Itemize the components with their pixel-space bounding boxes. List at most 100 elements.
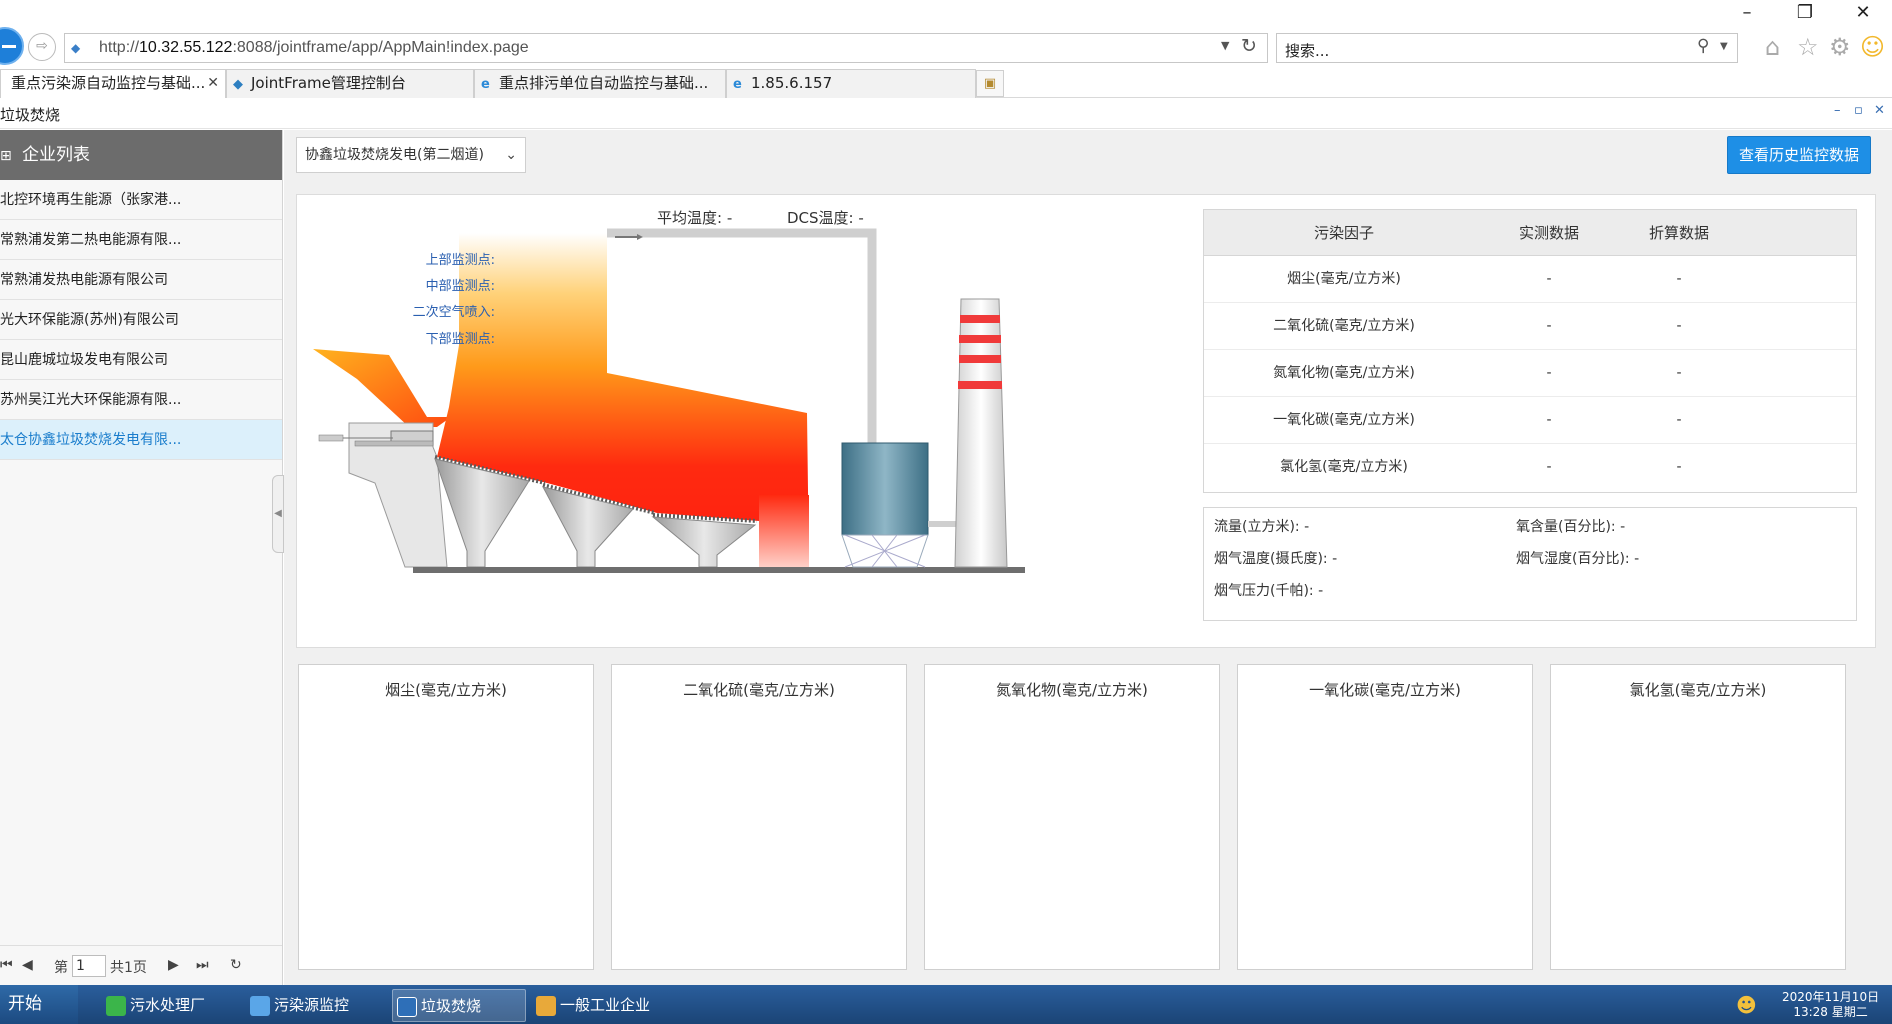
sidebar-item-enterprise[interactable]: 太仓协鑫垃圾焚烧发电有限...	[0, 420, 282, 460]
tab-label: 重点排污单位自动监控与基础...	[499, 74, 709, 92]
page-number-input[interactable]: 1	[72, 955, 106, 977]
factor-name: 氮氧化物(毫克/立方米)	[1273, 365, 1415, 381]
page-title: 垃圾焚烧	[0, 106, 61, 124]
panel-restore-icon[interactable]: ▫	[1854, 103, 1863, 118]
task-sewage-plant[interactable]: 污水处理厂	[106, 989, 236, 1022]
enterprise-list: 北控环境再生能源（张家港... 常熟浦发第二热电能源有限... 常熟浦发热电能源有限…	[0, 180, 282, 460]
factor-name: 烟尘(毫克/立方米)	[1287, 271, 1401, 287]
search-input[interactable]: 搜索...	[1285, 40, 1329, 61]
tab-label: 1.85.6.157	[751, 74, 833, 92]
chevron-down-icon: ⌄	[505, 147, 517, 163]
refresh-icon[interactable]: ↻	[1241, 35, 1257, 57]
table-row: 二氧化硫(毫克/立方米) - -	[1204, 303, 1856, 350]
browser-toolbar: ⇨ ◆ http://10.32.55.122:8088/jointframe/…	[0, 0, 1892, 67]
browser-tab-strip: 重点污染源自动监控与基础... ✕ ◆ JointFrame管理控制台 e 重点排污…	[0, 69, 1892, 98]
chart-card-dust: 烟尘(毫克/立方米)	[298, 664, 594, 970]
measured-value: -	[1546, 271, 1552, 287]
tray-date: 2020年11月10日	[1782, 990, 1880, 1004]
new-tab-button[interactable]: ▣	[976, 70, 1004, 97]
sidebar-header: ⊞ 企业列表	[0, 130, 282, 180]
page-favicon-icon: ◆	[71, 41, 81, 55]
settings-gear-icon[interactable]: ⚙	[1829, 34, 1851, 60]
task-label: 污水处理厂	[130, 996, 206, 1014]
task-general-industry[interactable]: 一般工业企业	[536, 989, 676, 1022]
search-dropdown-icon[interactable]: ▼	[1720, 41, 1728, 52]
smiley-feedback-icon[interactable]: ☺	[1860, 34, 1885, 60]
converted-value: -	[1676, 271, 1682, 287]
first-page-icon[interactable]: ⏮	[0, 957, 13, 973]
table-row: 氯化氢(毫克/立方米) - -	[1204, 444, 1856, 491]
back-button[interactable]	[0, 27, 24, 65]
pollutant-chart-row: 烟尘(毫克/立方米) 二氧化硫(毫克/立方米) 氮氧化物(毫克/立方米) 一氧化…	[296, 656, 1876, 972]
factor-name: 二氧化硫(毫克/立方米)	[1273, 318, 1415, 334]
tray-clock[interactable]: 2020年11月10日 13:28 星期二	[1782, 990, 1879, 1020]
sidebar-item-enterprise[interactable]: 北控环境再生能源（张家港...	[0, 180, 282, 220]
panel-close-icon[interactable]: ✕	[1874, 103, 1885, 118]
sidebar-item-enterprise[interactable]: 常熟浦发第二热电能源有限...	[0, 220, 282, 260]
browser-tab-3[interactable]: e 重点排污单位自动监控与基础...	[474, 69, 726, 98]
table-body: 烟尘(毫克/立方米) - - 二氧化硫(毫克/立方米) - - 氮氧化物(毫克/立方米) - -…	[1204, 256, 1856, 491]
app-icon	[250, 995, 270, 1016]
start-button[interactable]: 开始	[0, 985, 78, 1024]
tray-time: 13:28 星期二	[1793, 1005, 1868, 1019]
close-tab-icon[interactable]: ✕	[207, 70, 219, 97]
panel-minimize-icon[interactable]: –	[1834, 103, 1841, 118]
tab-label: JointFrame管理控制台	[251, 74, 406, 92]
gas-temperature-value: 烟气温度(摄氏度): -	[1214, 551, 1338, 567]
minimize-window-icon[interactable]: –	[1732, 2, 1762, 23]
monitor-point-bottom: 下部监测点:	[425, 332, 495, 347]
browser-tab-1[interactable]: 重点污染源自动监控与基础... ✕	[0, 69, 226, 98]
column-header: 实测数据	[1518, 224, 1579, 242]
restore-window-icon[interactable]: ❐	[1790, 2, 1820, 23]
task-waste-incineration[interactable]: 垃圾焚烧	[392, 989, 526, 1022]
task-label: 垃圾焚烧	[421, 997, 482, 1015]
app-title-bar: 垃圾焚烧 – ▫ ✕	[0, 99, 1892, 129]
search-box[interactable]: 搜索... ⚲ ▼	[1276, 33, 1738, 63]
chart-title: 氯化氢(毫克/立方米)	[1629, 681, 1767, 699]
main-content: 协鑫垃圾焚烧发电(第二烟道) ⌄ 查看历史监控数据 平均温度: - DCS温度:…	[284, 130, 1892, 985]
sidebar-item-enterprise[interactable]: 光大环保能源(苏州)有限公司	[0, 300, 282, 340]
chart-title: 氮氧化物(毫克/立方米)	[996, 681, 1148, 699]
view-history-button[interactable]: 查看历史监控数据	[1727, 136, 1871, 174]
close-window-icon[interactable]: ✕	[1848, 2, 1878, 23]
sidebar-item-enterprise[interactable]: 常熟浦发热电能源有限公司	[0, 260, 282, 300]
chart-card-hcl: 氯化氢(毫克/立方米)	[1550, 664, 1846, 970]
page-label: 第	[54, 960, 68, 976]
browser-tab-4[interactable]: e 1.85.6.157	[726, 69, 976, 98]
measured-value: -	[1546, 318, 1552, 334]
sidebar-item-enterprise[interactable]: 苏州吴江光大环保能源有限...	[0, 380, 282, 420]
user-tray-icon[interactable]: ☻	[1736, 993, 1757, 1017]
app-icon	[397, 996, 417, 1017]
favorites-star-icon[interactable]: ☆	[1797, 34, 1819, 60]
tab-favicon-icon: ◆	[233, 77, 243, 92]
converted-value: -	[1676, 412, 1682, 428]
converted-value: -	[1676, 365, 1682, 381]
chart-card-nox: 氮氧化物(毫克/立方米)	[924, 664, 1220, 970]
sidebar-item-enterprise[interactable]: 昆山鹿城垃圾发电有限公司	[0, 340, 282, 380]
sidebar-collapse-handle[interactable]: ◀	[272, 475, 284, 553]
app-icon	[106, 995, 126, 1016]
reload-icon[interactable]: ↻	[230, 957, 242, 973]
home-icon[interactable]: ⌂	[1765, 34, 1780, 60]
prev-page-icon[interactable]: ◀	[22, 957, 33, 973]
search-icon[interactable]: ⚲	[1697, 36, 1709, 56]
task-pollution-monitor[interactable]: 污染源监控	[250, 989, 382, 1022]
monitor-point-secondary-air: 二次空气喷入:	[412, 305, 495, 320]
measured-value: -	[1546, 412, 1552, 428]
forward-button[interactable]: ⇨	[28, 33, 56, 61]
ie-favicon-icon: e	[481, 77, 490, 92]
column-header: 折算数据	[1648, 224, 1709, 242]
chart-title: 二氧化硫(毫克/立方米)	[683, 681, 835, 699]
last-page-icon[interactable]: ⏭	[196, 957, 209, 973]
plant-select[interactable]: 协鑫垃圾焚烧发电(第二烟道) ⌄	[296, 137, 526, 173]
grid-icon: ⊞	[0, 148, 12, 164]
next-page-icon[interactable]: ▶	[168, 957, 179, 973]
address-dropdown-icon[interactable]: ▼	[1221, 39, 1229, 52]
enterprise-sidebar: ⊞ 企业列表 北控环境再生能源（张家港... 常熟浦发第二热电能源有限... 常熟浦发…	[0, 130, 284, 985]
table-row: 烟尘(毫克/立方米) - -	[1204, 256, 1856, 303]
process-diagram-panel: 平均温度: - DCS温度: - 上部监测点: 中部监测点: 二次空气喷入: 下…	[296, 194, 1876, 648]
browser-tab-2[interactable]: ◆ JointFrame管理控制台	[226, 69, 474, 98]
address-bar[interactable]: ◆ http://10.32.55.122:8088/jointframe/ap…	[64, 33, 1268, 63]
column-header: 污染因子	[1313, 224, 1374, 242]
ie-favicon-icon: e	[733, 77, 742, 92]
